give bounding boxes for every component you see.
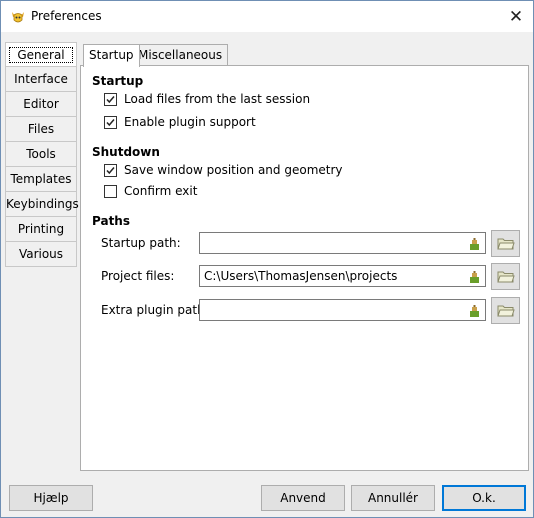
cancel-button[interactable]: Annullér bbox=[351, 485, 435, 511]
sidebar-item-editor[interactable]: Editor bbox=[5, 92, 77, 117]
startup-path-browse-button[interactable] bbox=[491, 230, 520, 257]
plugin-support-label: Enable plugin support bbox=[124, 115, 256, 129]
sidebar-item-label: Editor bbox=[23, 97, 59, 111]
preferences-window: Preferences ✕ General Interface Editor F… bbox=[0, 0, 534, 518]
project-files-value: C:\Users\ThomasJensen\projects bbox=[204, 269, 398, 283]
help-button[interactable]: Hjælp bbox=[9, 485, 93, 511]
shutdown-heading: Shutdown bbox=[92, 145, 160, 159]
tab-startup[interactable]: Startup bbox=[83, 44, 140, 67]
checkmark-icon bbox=[106, 166, 115, 174]
close-icon: ✕ bbox=[508, 6, 524, 27]
save-window-label: Save window position and geometry bbox=[124, 163, 343, 177]
checkmark-icon bbox=[106, 95, 115, 103]
sidebar-item-label: Files bbox=[27, 122, 55, 136]
project-files-browse-button[interactable] bbox=[491, 263, 520, 290]
sidebar-item-label: Tools bbox=[26, 147, 56, 161]
sidebar-item-interface[interactable]: Interface bbox=[5, 67, 77, 92]
startup-heading: Startup bbox=[92, 74, 144, 88]
sidebar-item-keybindings[interactable]: Keybindings bbox=[5, 192, 79, 217]
sidebar-item-general[interactable]: General bbox=[5, 42, 77, 67]
checkbox-box[interactable] bbox=[104, 115, 117, 129]
sidebar-item-label: Printing bbox=[17, 222, 65, 236]
tab-miscellaneous[interactable]: Miscellaneous bbox=[132, 44, 229, 66]
category-list: General Interface Editor Files Tools Tem… bbox=[5, 42, 79, 267]
sidebar-item-label: General bbox=[9, 47, 73, 63]
close-button[interactable]: ✕ bbox=[499, 1, 533, 32]
load-files-label: Load files from the last session bbox=[124, 92, 311, 106]
save-window-checkbox[interactable]: Save window position and geometry bbox=[104, 163, 343, 177]
folder-open-icon bbox=[496, 305, 515, 316]
startup-path-input[interactable] bbox=[199, 232, 486, 254]
sidebar-item-label: Interface bbox=[14, 72, 68, 86]
sidebar-item-templates[interactable]: Templates bbox=[5, 167, 77, 192]
confirm-exit-label: Confirm exit bbox=[124, 184, 198, 198]
checkbox-box[interactable] bbox=[104, 163, 117, 177]
checkbox-box[interactable] bbox=[104, 92, 117, 106]
edit-clear-icon[interactable] bbox=[469, 304, 480, 317]
sidebar-item-label: Various bbox=[18, 247, 64, 261]
tab-label: Startup bbox=[89, 48, 134, 62]
sidebar-item-label: Keybindings bbox=[6, 197, 79, 211]
title-bar[interactable]: Preferences ✕ bbox=[1, 1, 533, 32]
confirm-exit-checkbox[interactable]: Confirm exit bbox=[104, 184, 197, 198]
apply-button[interactable]: Anvend bbox=[261, 485, 345, 511]
folder-open-icon bbox=[496, 271, 515, 282]
load-files-checkbox[interactable]: Load files from the last session bbox=[104, 92, 310, 106]
sidebar-item-label: Templates bbox=[10, 172, 72, 186]
paths-heading: Paths bbox=[92, 214, 130, 228]
sidebar-item-printing[interactable]: Printing bbox=[5, 217, 77, 242]
folder-open-icon bbox=[496, 238, 515, 249]
tab-label: Miscellaneous bbox=[138, 48, 223, 62]
sidebar-item-tools[interactable]: Tools bbox=[5, 142, 77, 167]
extra-plugin-path-browse-button[interactable] bbox=[491, 297, 520, 324]
window-title: Preferences bbox=[31, 9, 102, 23]
ok-button-label: O.k. bbox=[472, 491, 496, 505]
checkbox-box[interactable] bbox=[104, 184, 117, 198]
startup-path-label: Startup path: bbox=[101, 236, 181, 250]
plugin-support-checkbox[interactable]: Enable plugin support bbox=[104, 115, 256, 129]
extra-plugin-path-input[interactable] bbox=[199, 299, 486, 321]
project-files-input[interactable]: C:\Users\ThomasJensen\projects bbox=[199, 265, 486, 287]
geany-app-icon bbox=[10, 9, 26, 25]
ok-button[interactable]: O.k. bbox=[442, 485, 526, 511]
project-files-label: Project files: bbox=[101, 269, 175, 283]
edit-clear-icon[interactable] bbox=[469, 270, 480, 283]
extra-plugin-path-label: Extra plugin path: bbox=[101, 303, 209, 317]
sidebar-item-various[interactable]: Various bbox=[5, 242, 77, 267]
cancel-button-label: Annullér bbox=[367, 491, 418, 505]
edit-clear-icon[interactable] bbox=[469, 237, 480, 250]
sidebar-item-files[interactable]: Files bbox=[5, 117, 77, 142]
checkmark-icon bbox=[106, 118, 115, 126]
help-button-label: Hjælp bbox=[33, 491, 69, 505]
apply-button-label: Anvend bbox=[280, 491, 326, 505]
